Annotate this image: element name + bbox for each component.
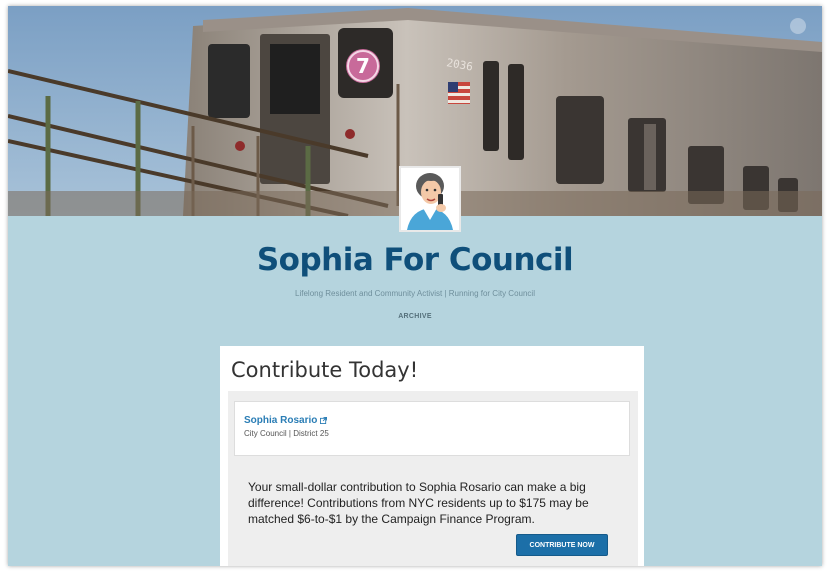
page-frame: 7 2036 Sophia For Council Lifelong Resid… [8,6,822,566]
post-title: Contribute Today! [231,358,419,382]
post-card: Contribute Today! Sophia Rosario City Co… [220,346,644,566]
train-route-badge: 7 [356,54,370,78]
contribution-widget: Sophia Rosario City Council | District 2… [228,391,638,566]
site-avatar [399,166,461,232]
candidate-avatar-icon [401,168,459,230]
site-description: Lifelong Resident and Community Activist… [295,289,535,298]
site-title[interactable]: Sophia For Council [8,242,822,278]
banner-corner-dot [790,18,806,34]
external-link-icon [320,417,328,424]
contribute-now-button[interactable]: CONTRIBUTE NOW [516,534,608,556]
nav-archive-link[interactable]: ARCHIVE [8,313,822,320]
candidate-header: Sophia Rosario City Council | District 2… [234,401,630,456]
candidate-name-text[interactable]: Sophia Rosario [244,415,317,426]
contribution-description: Your small-dollar contribution to Sophia… [248,480,589,526]
candidate-name-link[interactable]: Sophia Rosario [244,415,328,426]
candidate-office: City Council | District 25 [244,429,329,438]
us-flag-icon [448,82,470,104]
